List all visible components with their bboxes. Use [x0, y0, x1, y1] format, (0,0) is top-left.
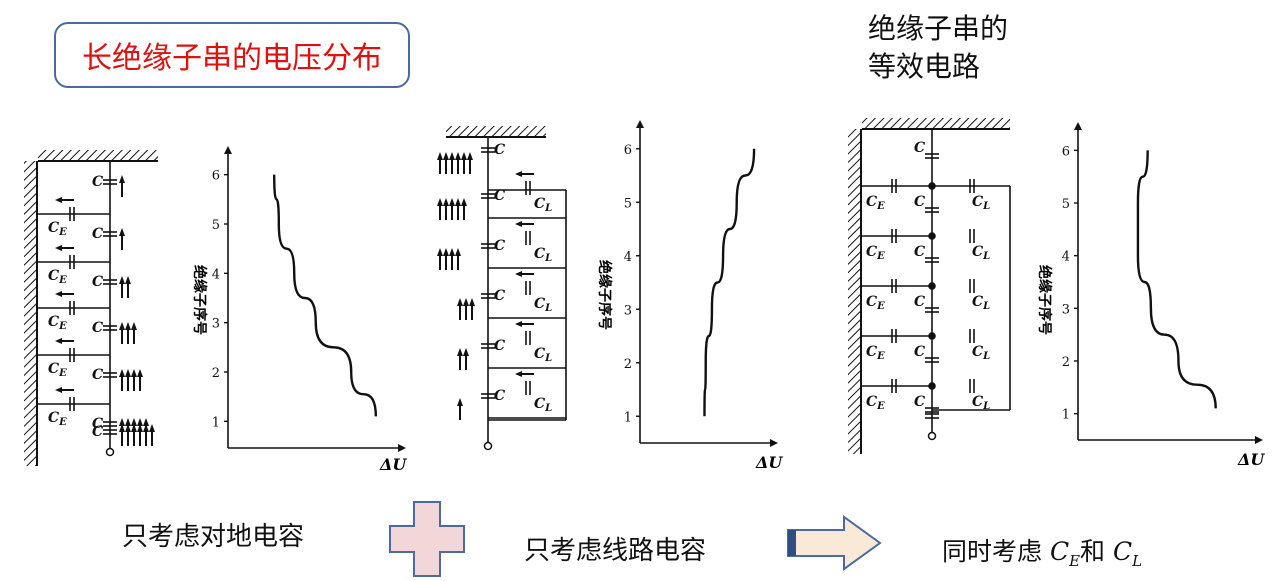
label-cl: CL [534, 246, 552, 264]
caption-ce-sub: E [1069, 552, 1081, 570]
label-ce: CE [866, 344, 885, 362]
chart-both: 1 2 3 4 5 6 绝缘子序号 ΔU [1036, 122, 1265, 469]
label-ce: CE [48, 410, 67, 428]
xlabel-ground: ΔU [379, 455, 407, 474]
ylabel-ground: 绝缘子序号 [191, 265, 208, 335]
label-cl: CL [534, 346, 552, 364]
y-tick-label: 2 [1062, 355, 1070, 370]
label-c: C [914, 194, 925, 210]
label-cl: CL [534, 296, 552, 314]
curve-both [1136, 150, 1217, 409]
xlabel-line: ΔU [755, 453, 783, 472]
caption-both-prefix: 同时考虑 [942, 537, 1050, 566]
label-cl: CL [972, 194, 990, 212]
y-tick-label: 1 [212, 415, 220, 430]
label-ce: CE [48, 220, 67, 238]
y-tick-label: 6 [212, 169, 220, 184]
y-tick-label: 4 [212, 267, 220, 282]
label-ce: CE [48, 314, 67, 332]
label-c: C [914, 344, 925, 360]
y-tick-label: 4 [1062, 250, 1070, 265]
ylabel-line: 绝缘子序号 [596, 260, 613, 330]
caption-ground-only: 只考虑对地电容 [122, 522, 305, 552]
plus-icon [389, 501, 465, 577]
label-c: C [914, 294, 925, 310]
label-c: C [914, 244, 925, 260]
label-c: C [494, 142, 505, 158]
caption-cl-sub: L [1132, 552, 1143, 570]
y-tick-label: 4 [624, 250, 632, 265]
label-ce: CE [866, 194, 885, 212]
y-tick-label: 6 [624, 143, 632, 158]
label-c: C [92, 367, 103, 383]
label-ce: CE [866, 394, 885, 412]
caption-and: 和 [1080, 537, 1113, 566]
circuit-line-only: C C CL C CL C CL C CL C CL [437, 126, 567, 451]
curve-line-only [703, 148, 756, 417]
label-c: C [92, 226, 103, 242]
label-c: C [494, 338, 505, 354]
y-tick-label: 5 [624, 196, 632, 211]
label-ce: CE [48, 268, 67, 286]
y-tick-label: 5 [212, 218, 220, 233]
label-ce: CE [866, 244, 885, 262]
label-cl: CL [972, 294, 990, 312]
y-tick-label: 5 [1062, 197, 1070, 212]
y-tick-label: 1 [1062, 408, 1070, 423]
label-ce: CE [48, 361, 67, 379]
label-c: C [92, 424, 103, 440]
y-tick-label: 6 [1062, 144, 1070, 159]
ylabel-both: 绝缘子序号 [1036, 265, 1053, 335]
arrow-right-icon [787, 515, 882, 571]
diagram-canvas: CCE CCE CCE CCE CCE CC 123456 绝缘子序号 ΔU CC CLC C… [24, 118, 1265, 474]
label-c: C [494, 238, 505, 254]
caption-both: 同时考虑 CE和 CL [942, 532, 1142, 570]
y-tick-label: 1 [624, 410, 632, 425]
label-cl: CL [972, 344, 990, 362]
circuit-ground-only: CCE CCE CCE CCE CCE CC [24, 150, 158, 466]
circuit-both: C CE C CL CE C CL CE C CL CE C CL CE C CL [848, 118, 1011, 454]
y-tick-label: 2 [624, 357, 632, 372]
caption-line-only: 只考虑线路电容 [524, 536, 707, 566]
y-tick-label: 3 [624, 303, 632, 318]
label-ce: CE [866, 294, 885, 312]
label-c: C [494, 188, 505, 204]
label-c: C [92, 320, 103, 336]
label-cl: CL [534, 196, 552, 214]
label-c: C [914, 140, 925, 156]
label-c: C [92, 174, 103, 190]
label-c: C [914, 394, 925, 410]
label-cl: CL [972, 244, 990, 262]
label-c: C [494, 388, 505, 404]
label-cl: CL [534, 396, 552, 414]
label-cl: CL [972, 394, 990, 412]
chart-ground-only: 1 2 3 4 5 6 绝缘子序号 ΔU [191, 146, 407, 474]
chart-line-only: 1 2 3 4 5 6 绝缘子序号 ΔU [596, 120, 783, 472]
curve-ground-only [273, 174, 378, 417]
label-c: C [494, 288, 505, 304]
caption-cl: C [1113, 537, 1133, 566]
caption-ce: C [1049, 537, 1070, 566]
y-tick-label: 3 [1062, 302, 1070, 317]
xlabel-both: ΔU [1237, 450, 1265, 469]
label-c: C [92, 274, 103, 290]
y-tick-label: 3 [212, 317, 220, 332]
y-tick-label: 2 [212, 366, 220, 381]
